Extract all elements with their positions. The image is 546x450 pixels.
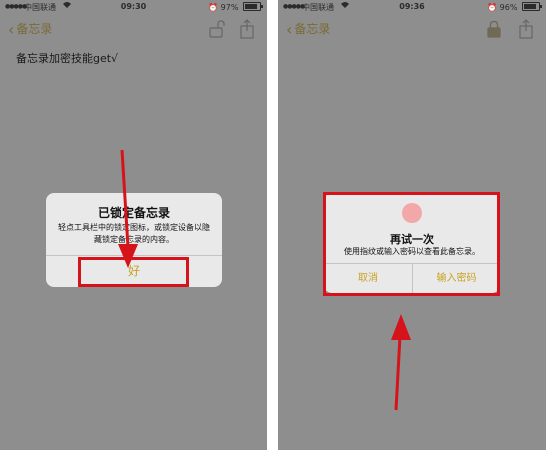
- chevron-left-icon: ‹: [286, 20, 293, 39]
- right-phone-screen: ●●●●● 中国联通 09:36 ⏰ 96% ‹ 备忘录 再试一次 使用指纹或输…: [278, 0, 546, 450]
- alert-message: 使用指纹或输入密码以查看此备忘录。: [344, 247, 480, 256]
- alarm-icon: ⏰: [208, 3, 219, 12]
- share-icon[interactable]: [239, 19, 255, 39]
- back-button[interactable]: ‹ 备忘录: [8, 20, 52, 39]
- nav-bar: ‹ 备忘录: [278, 16, 546, 44]
- left-phone-screen: ●●●●● 中国联通 09:30 ⏰ 97% ‹ 备忘录 备忘录加密技能get√…: [0, 0, 267, 450]
- chevron-left-icon: ‹: [8, 20, 15, 39]
- status-bar: ●●●●● 中国联通 09:30 ⏰ 97%: [0, 0, 267, 14]
- alert-title: 已锁定备忘录: [97, 206, 170, 220]
- unlocked-lock-icon[interactable]: [209, 20, 225, 38]
- back-button[interactable]: ‹ 备忘录: [286, 20, 330, 39]
- battery-icon: [243, 2, 263, 11]
- locked-note-alert: 已锁定备忘录 轻点工具栏中的锁定图标，或锁定设备以隐藏锁定备忘录的内容。 好: [46, 193, 222, 287]
- alert-message: 轻点工具栏中的锁定图标，或锁定设备以隐藏锁定备忘录的内容。: [58, 223, 210, 244]
- try-again-alert: 再试一次 使用指纹或输入密码以查看此备忘录。 取消 输入密码: [324, 193, 500, 293]
- alert-title: 再试一次: [390, 233, 434, 246]
- lock-icon[interactable]: [486, 20, 502, 38]
- battery-percent: 96%: [499, 3, 518, 12]
- cancel-button[interactable]: 取消: [324, 264, 412, 293]
- back-button-label: 备忘录: [294, 22, 331, 36]
- ok-button[interactable]: 好: [46, 256, 222, 287]
- battery-icon: [522, 2, 542, 11]
- battery-percent: 97%: [220, 3, 239, 12]
- nav-bar: ‹ 备忘录: [0, 16, 267, 44]
- status-bar: ●●●●● 中国联通 09:36 ⏰ 96%: [278, 0, 546, 14]
- enter-password-button[interactable]: 输入密码: [413, 264, 500, 293]
- back-button-label: 备忘录: [16, 22, 53, 36]
- fingerprint-icon: [402, 203, 422, 223]
- alarm-icon: ⏰: [487, 3, 498, 12]
- share-icon[interactable]: [518, 19, 534, 39]
- note-title: 备忘录加密技能get√: [16, 52, 119, 65]
